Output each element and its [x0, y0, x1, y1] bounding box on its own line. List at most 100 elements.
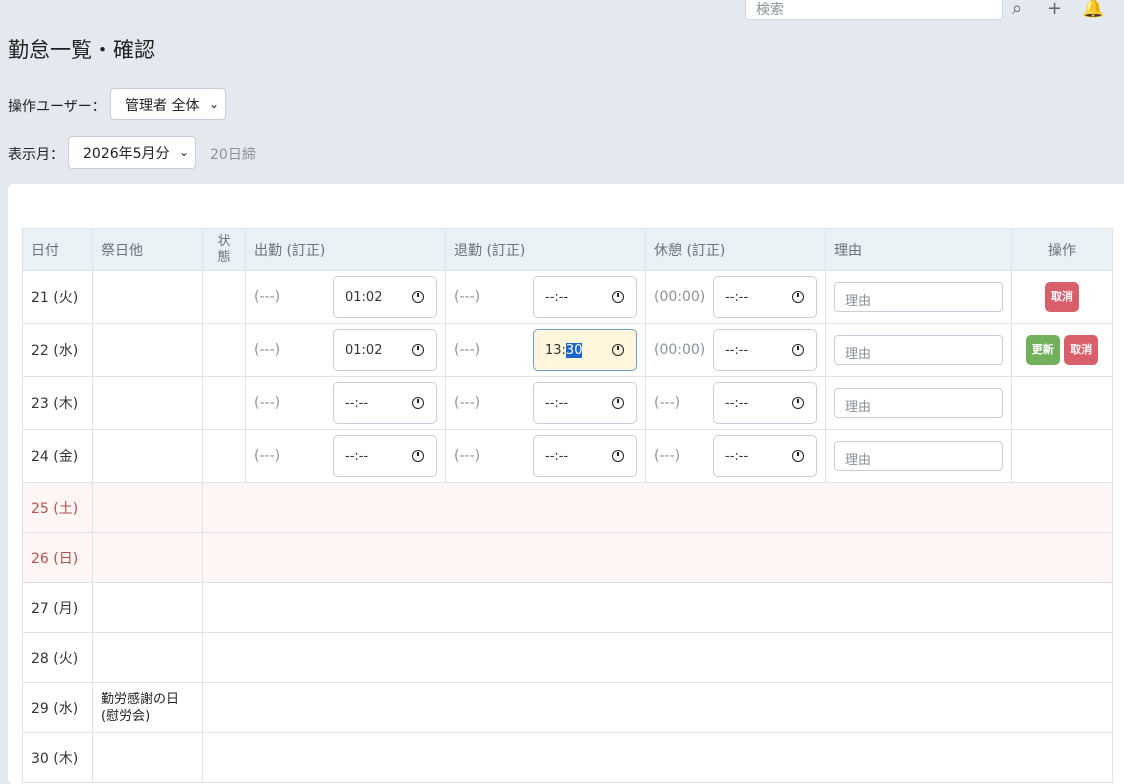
row-date: 23 (木) — [22, 376, 93, 430]
clock-in-input[interactable]: --:-- — [333, 435, 437, 477]
row-empty — [202, 532, 1113, 583]
month-select[interactable]: 2026年5月分 ⌄ — [68, 136, 196, 169]
clock-icon[interactable] — [412, 291, 424, 303]
clock-out-minutes-selected[interactable]: 30 — [565, 343, 583, 358]
clock-icon[interactable] — [612, 291, 624, 303]
reason-cell: 理由 — [825, 323, 1012, 377]
break-input[interactable]: --:-- — [713, 329, 817, 371]
table-row: 25 (土) — [22, 482, 1113, 533]
clock-icon[interactable] — [792, 450, 804, 462]
break-input[interactable]: --:-- — [713, 382, 817, 424]
operator-select-value: 管理者 全体 — [125, 98, 200, 114]
clock-icon[interactable] — [792, 291, 804, 303]
clock-out-cell: (---) 13:30 — [445, 323, 646, 377]
clock-in-original: (---) — [254, 289, 281, 305]
row-empty — [202, 582, 1113, 633]
row-holiday — [92, 632, 203, 683]
break-value: --:-- — [725, 396, 749, 411]
closing-note: 20日締 — [210, 147, 256, 163]
clock-out-cell: (---) --:-- — [445, 270, 646, 324]
clock-in-input[interactable]: 01:02 — [333, 329, 437, 371]
row-holiday — [92, 582, 203, 633]
clock-out-cell: (---) --:-- — [445, 376, 646, 430]
clock-icon[interactable] — [412, 344, 424, 356]
break-cell: (---) --:-- — [645, 429, 826, 483]
plus-icon[interactable]: + — [1047, 0, 1062, 19]
clock-in-input[interactable]: --:-- — [333, 382, 437, 424]
clock-in-value: --:-- — [345, 396, 369, 411]
clock-out-input[interactable]: --:-- — [533, 435, 637, 477]
clock-out-cell: (---) --:-- — [445, 429, 646, 483]
table-row: 22 (水) (---) 01:02 (---) 13:30 (00:00) --:-… — [22, 323, 1113, 377]
more-icon[interactable]: ⋮ — [1117, 0, 1124, 19]
clock-in-original: (---) — [254, 395, 281, 411]
reason-cell: 理由 — [825, 376, 1012, 430]
clock-out-value: --:-- — [545, 396, 569, 411]
search-input[interactable]: 検索 — [745, 0, 1003, 20]
reason-input[interactable]: 理由 — [834, 441, 1003, 471]
break-cell: (---) --:-- — [645, 376, 826, 430]
break-input[interactable]: --:-- — [713, 435, 817, 477]
row-date: 22 (水) — [22, 323, 93, 377]
row-date: 24 (金) — [22, 429, 93, 483]
month-label: 表示月： — [8, 147, 64, 163]
table-row: 27 (月) — [22, 582, 1113, 633]
bell-icon[interactable]: 🔔 — [1082, 0, 1104, 19]
break-cell: (00:00) --:-- — [645, 323, 826, 377]
clock-in-input[interactable]: 01:02 — [333, 276, 437, 318]
ops-cell: 取消 — [1011, 270, 1113, 324]
clock-in-value: 01:02 — [345, 290, 383, 305]
reason-input[interactable]: 理由 — [834, 335, 1003, 365]
row-status — [202, 429, 246, 483]
row-date: 21 (火) — [22, 270, 93, 324]
clock-icon[interactable] — [792, 344, 804, 356]
operator-select[interactable]: 管理者 全体 ⌄ — [110, 88, 226, 120]
clock-out-input[interactable]: 13:30 — [533, 329, 637, 371]
row-holiday — [92, 270, 203, 324]
reason-cell: 理由 — [825, 429, 1012, 483]
clock-out-input[interactable]: --:-- — [533, 276, 637, 318]
clock-in-cell: (---) 01:02 — [245, 323, 446, 377]
clock-in-cell: (---) --:-- — [245, 429, 446, 483]
row-status — [202, 270, 246, 324]
cancel-button[interactable]: 取消 — [1064, 335, 1099, 365]
clock-in-original: (---) — [254, 342, 281, 358]
break-input[interactable]: --:-- — [713, 276, 817, 318]
table-row: 28 (火) — [22, 632, 1113, 683]
cancel-button[interactable]: 取消 — [1045, 282, 1079, 312]
row-date: 26 (日) — [22, 532, 93, 583]
ops-cell: 更新 取消 — [1011, 323, 1113, 377]
update-button[interactable]: 更新 — [1025, 335, 1060, 365]
search-icon[interactable]: ⌕ — [1012, 0, 1022, 19]
table-row: 21 (火) (---) 01:02 (---) --:-- (00:00) --:-… — [22, 270, 1113, 324]
row-holiday — [92, 376, 203, 430]
clock-icon[interactable] — [612, 450, 624, 462]
page-title: 勤怠一覧・確認 — [8, 38, 155, 62]
clock-in-original: (---) — [254, 448, 281, 464]
table-row: 30 (木) — [22, 732, 1113, 783]
clock-icon[interactable] — [792, 397, 804, 409]
clock-icon[interactable] — [412, 450, 424, 462]
row-holiday — [92, 323, 203, 377]
reason-input[interactable]: 理由 — [834, 388, 1003, 418]
break-original: (00:00) — [654, 289, 706, 305]
row-empty — [202, 732, 1113, 783]
clock-icon[interactable] — [412, 397, 424, 409]
clock-in-value: 01:02 — [345, 343, 383, 358]
reason-input[interactable]: 理由 — [834, 282, 1003, 312]
table-row: 24 (金) (---) --:-- (---) --:-- (---) --:-- … — [22, 429, 1113, 483]
col-break: 休憩 (訂正) — [645, 228, 826, 271]
row-status — [202, 376, 246, 430]
holiday-label: 勤労感謝の日 (慰労会) — [101, 691, 180, 724]
col-status: 状態 — [202, 228, 246, 271]
table-row: 29 (水) 勤労感謝の日 (慰労会) — [22, 682, 1113, 733]
row-date: 29 (水) — [22, 682, 93, 733]
clock-icon[interactable] — [612, 344, 624, 356]
top-bar: 検索 ⌕ + 🔔 ⋮ — [0, 0, 1124, 22]
break-value: --:-- — [725, 449, 749, 464]
clock-icon[interactable] — [612, 397, 624, 409]
clock-out-original: (---) — [454, 395, 481, 411]
col-ops: 操作 — [1011, 228, 1113, 271]
clock-out-input[interactable]: --:-- — [533, 382, 637, 424]
col-holiday: 祭日他 — [92, 228, 203, 271]
